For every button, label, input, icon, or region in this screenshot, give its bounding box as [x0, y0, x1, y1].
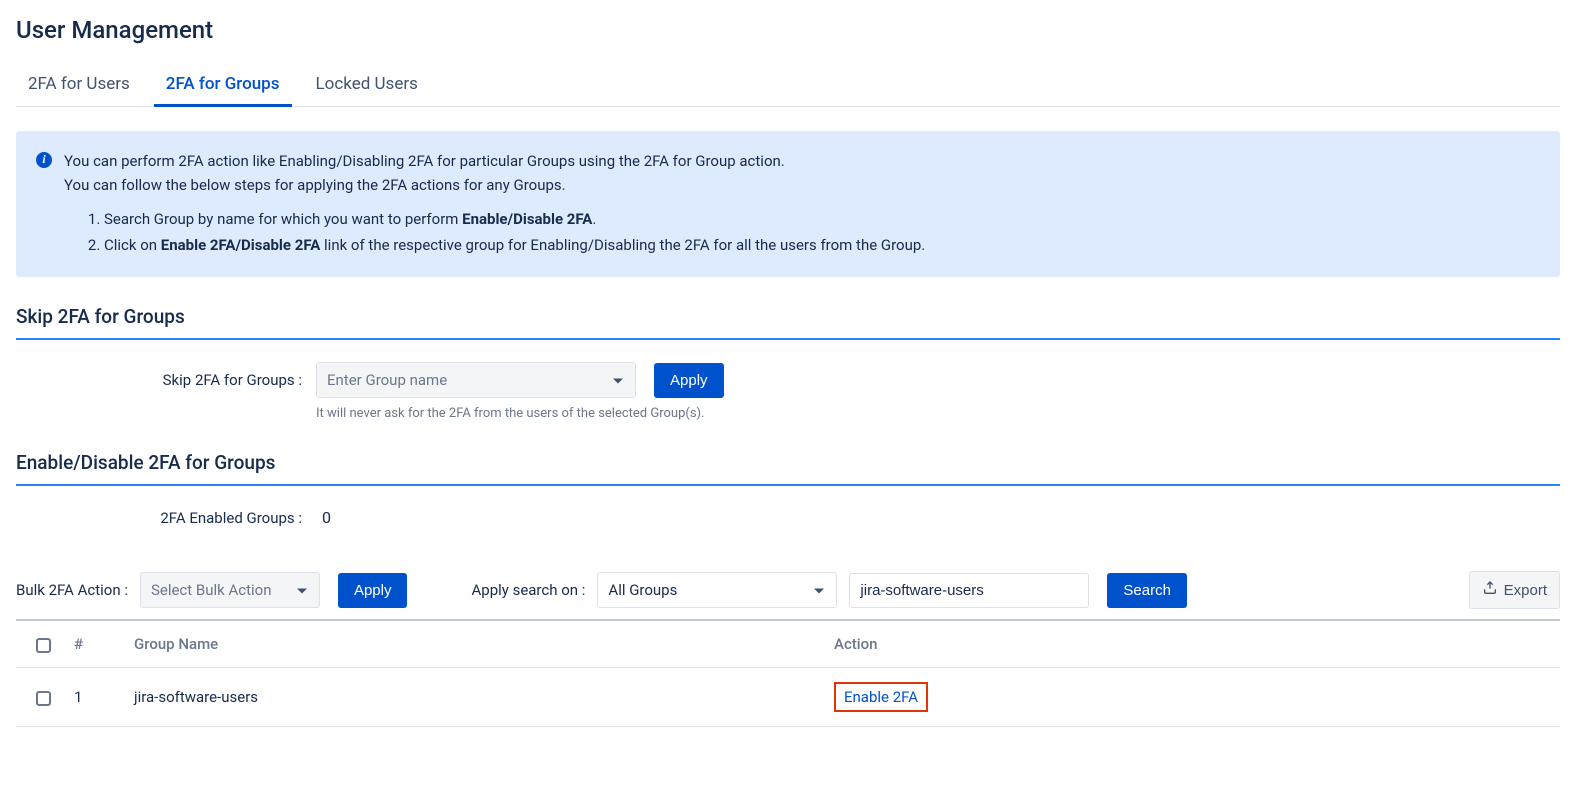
enabled-groups-label: 2FA Enabled Groups : [16, 509, 316, 527]
search-on-select[interactable]: All Groups [597, 572, 837, 608]
info-step-2: Click on Enable 2FA/Disable 2FA link of … [104, 233, 1540, 257]
skip-section-heading: Skip 2FA for Groups [16, 305, 1560, 328]
tab-2fa-users[interactable]: 2FA for Users [16, 64, 142, 106]
search-input[interactable] [849, 573, 1089, 608]
skip-group-select[interactable]: Enter Group name [316, 362, 636, 398]
tab-2fa-groups[interactable]: 2FA for Groups [154, 64, 292, 107]
bulk-action-select[interactable]: Select Bulk Action [140, 572, 320, 608]
export-icon [1482, 580, 1498, 600]
search-on-label: Apply search on : [471, 581, 585, 599]
enable-2fa-link[interactable]: Enable 2FA [844, 688, 918, 706]
divider [16, 338, 1560, 340]
enabled-groups-count: 0 [316, 508, 331, 527]
search-button[interactable]: Search [1107, 573, 1187, 608]
info-step-1: Search Group by name for which you want … [104, 207, 1540, 231]
skip-helper-text: It will never ask for the 2FA from the u… [316, 406, 1560, 421]
info-icon: i [36, 152, 52, 168]
info-line-1: You can perform 2FA action like Enabling… [64, 149, 1540, 173]
groups-table: # Group Name Action 1 jira-software-user… [16, 619, 1560, 727]
page-title: User Management [16, 16, 1560, 44]
info-panel: i You can perform 2FA action like Enabli… [16, 131, 1560, 277]
skip-label: Skip 2FA for Groups : [16, 371, 316, 389]
skip-apply-button[interactable]: Apply [654, 363, 724, 398]
col-num-header: # [66, 620, 126, 668]
export-label: Export [1504, 582, 1547, 599]
row-checkbox[interactable] [36, 691, 51, 706]
tab-locked-users[interactable]: Locked Users [304, 64, 430, 106]
col-group-header: Group Name [126, 620, 826, 668]
action-highlight: Enable 2FA [834, 682, 928, 712]
row-group-name: jira-software-users [126, 668, 826, 727]
row-num: 1 [66, 668, 126, 727]
table-row: 1 jira-software-users Enable 2FA [16, 668, 1560, 727]
enable-section-heading: Enable/Disable 2FA for Groups [16, 451, 1560, 474]
select-all-checkbox[interactable] [36, 638, 51, 653]
divider [16, 484, 1560, 486]
bulk-action-label: Bulk 2FA Action : [16, 581, 128, 599]
col-action-header: Action [826, 620, 1560, 668]
export-button[interactable]: Export [1469, 571, 1560, 609]
info-line-2: You can follow the below steps for apply… [64, 173, 1540, 197]
bulk-apply-button[interactable]: Apply [338, 573, 408, 608]
tabs-bar: 2FA for Users 2FA for Groups Locked User… [16, 64, 1560, 107]
